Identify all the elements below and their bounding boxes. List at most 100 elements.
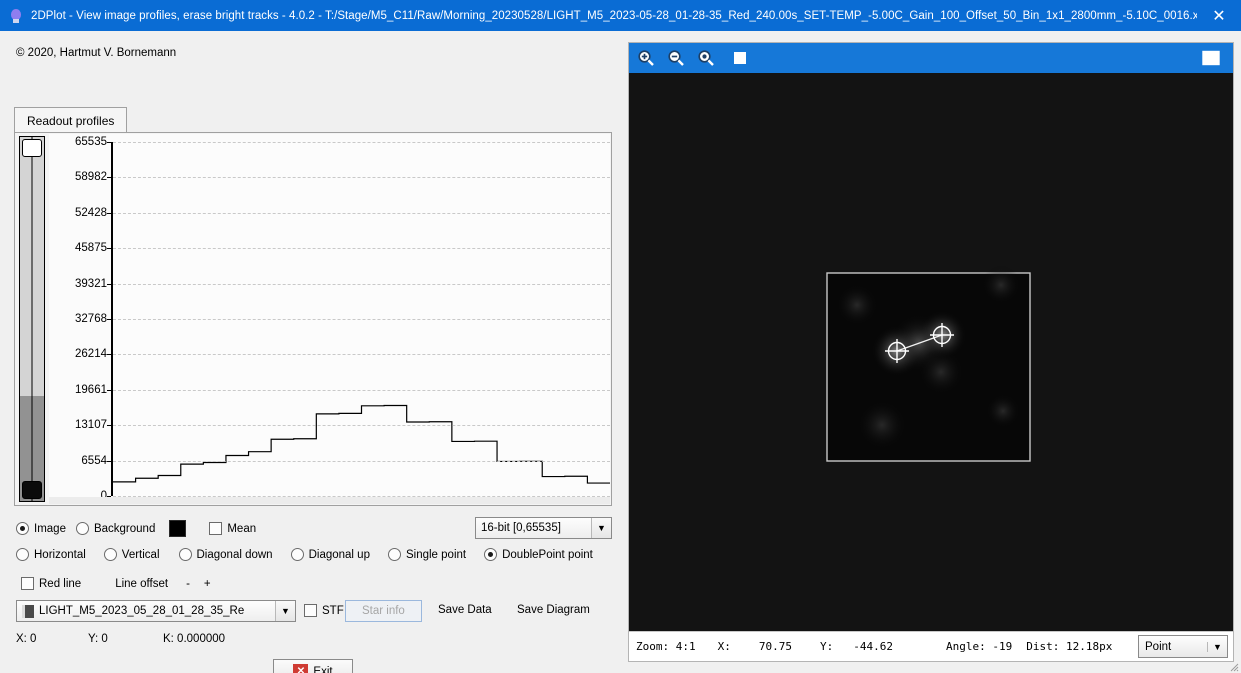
maximize-icon[interactable] (1198, 46, 1224, 70)
file-icon (22, 604, 34, 618)
save-data-button[interactable]: Save Data (438, 604, 492, 616)
radio-background[interactable]: Background (75, 522, 155, 535)
point-mode-value: Point (1145, 640, 1172, 653)
exit-button[interactable]: ✕ Exit (273, 659, 353, 673)
radio-diagonal-up[interactable]: Diagonal up (290, 548, 370, 561)
grid-line (113, 283, 610, 285)
y-axis-tick-label: 26214 (75, 348, 107, 361)
options-row-redline: Red line Line offset - + (21, 577, 211, 590)
tab-readout-profiles[interactable]: Readout profiles (14, 107, 128, 133)
zoom-actual-icon[interactable] (693, 46, 719, 70)
status-x-label: X: (717, 640, 731, 653)
status-k: K: 0.000000 (163, 633, 226, 645)
checkbox-stf[interactable]: STF (304, 604, 344, 617)
cursor-status-line: X: 0 Y: 0 K: 0.000000 (16, 633, 225, 645)
y-axis-labels: 0 6554 13107 19661 26214 32768 39321 45875 52428… (49, 134, 111, 504)
grid-line (113, 425, 610, 427)
file-combo-value: LIGHT_M5_2023_05_28_01_28_35_Re (39, 605, 245, 617)
radio-label: Vertical (121, 548, 160, 561)
exit-button-label: Exit (313, 665, 333, 673)
app-bulb-icon (8, 8, 24, 24)
radio-dot (484, 548, 498, 561)
checkbox-mean-label: Mean (227, 522, 257, 535)
checkbox-red-line[interactable]: Red line (21, 577, 81, 590)
checkbox-mean[interactable]: Mean (209, 522, 256, 535)
radio-dot (387, 548, 401, 561)
grid-line (113, 460, 610, 462)
radio-image[interactable]: Image (16, 522, 66, 535)
range-slider-handle-lower[interactable] (22, 481, 42, 499)
status-angle: Angle: -19 (945, 640, 1013, 653)
image-status-bar: Zoom: 4:1 X: 70.75 Y: -44.62 Angle: -19 … (629, 631, 1233, 661)
y-axis-tick-label: 39321 (75, 277, 107, 290)
star-info-button[interactable]: Star info (345, 600, 422, 622)
file-combo[interactable]: LIGHT_M5_2023_05_28_01_28_35_Re ▼ (16, 600, 296, 622)
grid-line (113, 389, 610, 391)
close-icon[interactable]: ✕ (1197, 0, 1241, 31)
radio-label: Horizontal (34, 548, 86, 561)
checkbox-stf-label: STF (322, 604, 344, 617)
image-panel: Zoom: 4:1 X: 70.75 Y: -44.62 Angle: -19 … (621, 31, 1241, 673)
resize-grip[interactable] (1227, 660, 1239, 672)
range-slider[interactable] (19, 136, 45, 502)
app-window: 2DPlot - View image profiles, erase brig… (0, 0, 1241, 673)
save-diagram-button[interactable]: Save Diagram (517, 604, 590, 616)
copyright-text: © 2020, Hartmut V. Bornemann (16, 47, 177, 59)
y-axis-tick-label: 65535 (75, 136, 107, 148)
options-row-source: Image Background Mean (16, 520, 256, 537)
status-y: Y: 0 (88, 633, 108, 645)
astro-image-canvas[interactable] (629, 73, 1233, 633)
chevron-down-icon: ▼ (1207, 641, 1227, 652)
status-zoom: Zoom: 4:1 (636, 640, 696, 653)
status-x-value: 70.75 (758, 640, 792, 653)
grid-line (113, 177, 610, 179)
image-window: Zoom: 4:1 X: 70.75 Y: -44.62 Angle: -19 … (628, 42, 1234, 662)
options-row-actions: STF (304, 604, 347, 617)
radio-label: DoublePoint point (502, 548, 593, 561)
radio-label: Diagonal up (308, 548, 370, 561)
status-y-value: -44.62 (853, 640, 893, 653)
astro-image (629, 73, 1233, 633)
y-axis-tick-label: 58982 (75, 171, 107, 184)
zoom-in-icon[interactable] (633, 46, 659, 70)
line-offset-label: Line offset (115, 577, 169, 590)
y-axis-tick-label: 45875 (75, 242, 107, 255)
radio-vertical[interactable]: Vertical (103, 548, 160, 561)
line-offset-increment-button[interactable]: + (204, 578, 211, 590)
image-toolbar (629, 43, 1233, 73)
status-dist: Dist: 12.18px (1026, 640, 1113, 653)
radio-label: Diagonal down (196, 548, 273, 561)
radio-diagonal-down[interactable]: Diagonal down (178, 548, 273, 561)
y-axis-tick-label: 19661 (75, 383, 107, 396)
grid-line (113, 354, 610, 356)
window-title: 2DPlot - View image profiles, erase brig… (31, 9, 1197, 22)
bitdepth-combo[interactable]: 16-bit [0,65535] ▼ (475, 517, 612, 539)
title-bar: 2DPlot - View image profiles, erase brig… (0, 0, 1241, 31)
plot-canvas[interactable] (113, 142, 610, 497)
chevron-down-icon: ▼ (275, 601, 295, 621)
y-axis-tick-label: 6554 (81, 454, 107, 467)
point-mode-combo[interactable]: Point ▼ (1138, 635, 1228, 658)
zoom-fit-icon[interactable] (727, 46, 753, 70)
color-swatch[interactable] (169, 520, 187, 537)
radio-single-point[interactable]: Single point (387, 548, 467, 561)
chevron-down-icon: ▼ (591, 518, 611, 538)
close-x-icon: ✕ (293, 664, 309, 673)
zoom-out-icon[interactable] (663, 46, 689, 70)
grid-line (113, 212, 610, 214)
grid-line (113, 248, 610, 250)
grid-line (113, 318, 610, 320)
radio-dot (290, 548, 304, 561)
y-axis-tick-label: 52428 (75, 206, 107, 219)
options-row-orientation: Horizontal Vertical Diagonal down Diagonal … (16, 548, 593, 561)
range-slider-handle-upper[interactable] (22, 139, 42, 157)
line-offset-decrement-button[interactable]: - (186, 578, 190, 590)
grid-line (113, 142, 610, 143)
radio-doublepoint-point[interactable]: DoublePoint point (484, 548, 593, 561)
radio-dot (103, 548, 117, 561)
plot-horizontal-scrollbar[interactable] (49, 497, 610, 504)
radio-label: Single point (405, 548, 467, 561)
checkbox-red-line-label: Red line (39, 577, 82, 590)
radio-horizontal[interactable]: Horizontal (16, 548, 86, 561)
bitdepth-combo-value: 16-bit [0,65535] (481, 522, 561, 534)
